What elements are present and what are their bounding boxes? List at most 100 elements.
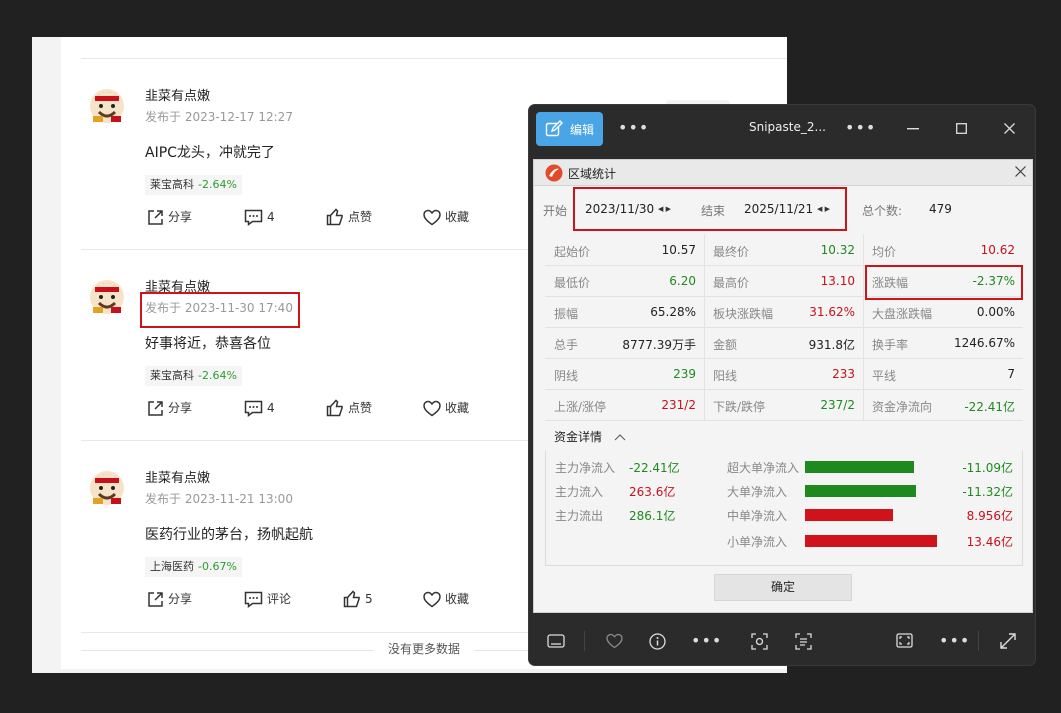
heart-icon[interactable] — [606, 633, 623, 649]
more-icon[interactable]: ••• — [618, 118, 649, 137]
fund-label: 主力流入 — [555, 485, 604, 499]
collect-icon — [423, 591, 441, 607]
stock-tag[interactable]: 莱宝高科 -2.64% — [145, 175, 242, 195]
divider — [978, 631, 979, 651]
fund-detail-panel: 主力净流入 -22.41亿 主力流入 263.6亿 主力流出 286.1亿 超大单净流入 -1… — [545, 450, 1023, 566]
stat-value: 6.20 — [669, 274, 696, 288]
stat-value: 31.62% — [809, 305, 855, 319]
snipaste-toolbar: 编辑 ••• Snipaste_2... ••• — [529, 105, 1035, 153]
post-text[interactable]: AIPC龙头，冲就完了 — [145, 142, 275, 162]
like-label: 5 — [365, 592, 373, 606]
stat-label: 最高价 — [713, 276, 750, 290]
stat-label: 平线 — [872, 369, 897, 383]
stat-label: 阳线 — [713, 369, 738, 383]
close-icon[interactable] — [1004, 123, 1015, 134]
stat-value: 237/2 — [820, 398, 855, 412]
fund-value: -22.41亿 — [629, 461, 680, 475]
stat-cell: 阴线 239 — [545, 358, 704, 390]
like-icon — [326, 208, 343, 226]
post-date: 发布于 2023-11-21 13:00 — [145, 492, 293, 506]
share-button[interactable]: 分享 — [147, 207, 192, 227]
share-button[interactable]: 分享 — [147, 589, 192, 609]
fund-detail-title[interactable]: 资金详情 — [554, 428, 626, 445]
stat-value: 65.28% — [650, 305, 696, 319]
stat-cell: 板块涨跌幅 31.62% — [704, 296, 863, 328]
confirm-button[interactable]: 确定 — [714, 574, 852, 601]
stat-cell: 大盘涨跌幅 0.00% — [863, 296, 1023, 328]
maximize-icon[interactable] — [956, 123, 967, 134]
comment-button[interactable]: 4 — [244, 398, 275, 418]
stock-tag[interactable]: 莱宝高科 -2.64% — [145, 366, 242, 386]
collect-button[interactable]: 收藏 — [423, 398, 469, 418]
share-label: 分享 — [168, 210, 193, 224]
keyboard-icon[interactable] — [547, 633, 565, 649]
collect-button[interactable]: 收藏 — [423, 207, 469, 227]
avatar[interactable] — [87, 275, 127, 315]
fund-value: 8.956亿 — [966, 509, 1013, 523]
fund-label: 超大单净流入 — [727, 461, 800, 475]
fund-label: 主力净流入 — [555, 461, 616, 475]
ocr-icon[interactable] — [751, 633, 768, 650]
divider — [584, 631, 585, 651]
edit-button[interactable]: 编辑 — [536, 112, 603, 146]
post-text[interactable]: 医药行业的茅台，扬帆起航 — [145, 524, 313, 544]
snipaste-window[interactable]: 编辑 ••• Snipaste_2... ••• 区域统计 开始 2023/11… — [529, 105, 1035, 665]
stat-label: 资金净流向 — [872, 400, 933, 414]
post-username[interactable]: 韭菜有点嫩 — [145, 85, 210, 104]
comment-icon — [244, 209, 263, 226]
stat-value: 10.32 — [820, 243, 855, 257]
post-username[interactable]: 韭菜有点嫩 — [145, 467, 210, 486]
like-button[interactable]: 5 — [343, 589, 373, 609]
collect-label: 收藏 — [445, 210, 470, 224]
stat-value: 10.62 — [980, 243, 1015, 257]
comment-button[interactable]: 评论 — [244, 589, 291, 609]
stat-label: 换手率 — [872, 338, 909, 352]
stat-label: 均价 — [872, 245, 897, 259]
stat-value: 10.57 — [661, 243, 696, 257]
edit-label: 编辑 — [569, 122, 594, 137]
close-icon[interactable] — [1015, 166, 1026, 177]
comment-icon — [244, 400, 263, 417]
avatar[interactable] — [87, 84, 127, 124]
collect-button[interactable]: 收藏 — [423, 589, 469, 609]
stat-cell: 总手 8777.39万手 — [545, 327, 704, 359]
avatar[interactable] — [87, 466, 127, 506]
comment-label: 4 — [267, 401, 275, 415]
stat-value: 239 — [673, 367, 696, 381]
comment-button[interactable]: 4 — [244, 207, 275, 227]
more-icon[interactable]: ••• — [845, 118, 876, 137]
fund-value: -11.32亿 — [962, 485, 1013, 499]
share-icon — [148, 209, 163, 225]
stat-cell: 起始价 10.57 — [545, 234, 704, 266]
info-icon[interactable] — [649, 633, 666, 650]
chevron-up-icon — [614, 434, 626, 441]
expand-icon[interactable] — [1000, 633, 1016, 649]
dialog-header: 区域统计 — [534, 160, 1032, 186]
text-recognize-icon[interactable] — [795, 633, 812, 650]
more-icon[interactable]: ••• — [939, 631, 970, 650]
stat-cell: 振幅 65.28% — [545, 296, 704, 328]
like-button[interactable]: 点赞 — [326, 207, 372, 227]
comment-icon — [244, 591, 263, 608]
more-icon[interactable]: ••• — [691, 631, 722, 650]
fund-value: 13.46亿 — [966, 535, 1013, 549]
stat-value: 7 — [1007, 367, 1015, 381]
stock-tag[interactable]: 上海医药 -0.67% — [145, 557, 242, 577]
stat-cell: 阳线 233 — [704, 358, 863, 390]
stat-cell: 上涨/涨停 231/2 — [545, 389, 704, 421]
stock-tag-name: 莱宝高科 — [150, 369, 194, 382]
share-label: 分享 — [168, 401, 193, 415]
fund-flow-bar — [805, 535, 937, 547]
collect-label: 收藏 — [445, 592, 470, 606]
fullscreen-icon[interactable] — [896, 633, 913, 648]
dialog-title: 区域统计 — [568, 167, 617, 181]
stock-tag-name: 莱宝高科 — [150, 178, 194, 191]
fund-label: 大单净流入 — [727, 485, 788, 499]
collect-icon — [423, 400, 441, 416]
post-text[interactable]: 好事将近，恭喜各位 — [145, 333, 271, 353]
minimize-icon[interactable] — [907, 128, 919, 130]
share-button[interactable]: 分享 — [147, 398, 192, 418]
like-button[interactable]: 点赞 — [326, 398, 372, 418]
stat-value: 233 — [832, 367, 855, 381]
collect-icon — [423, 209, 441, 225]
